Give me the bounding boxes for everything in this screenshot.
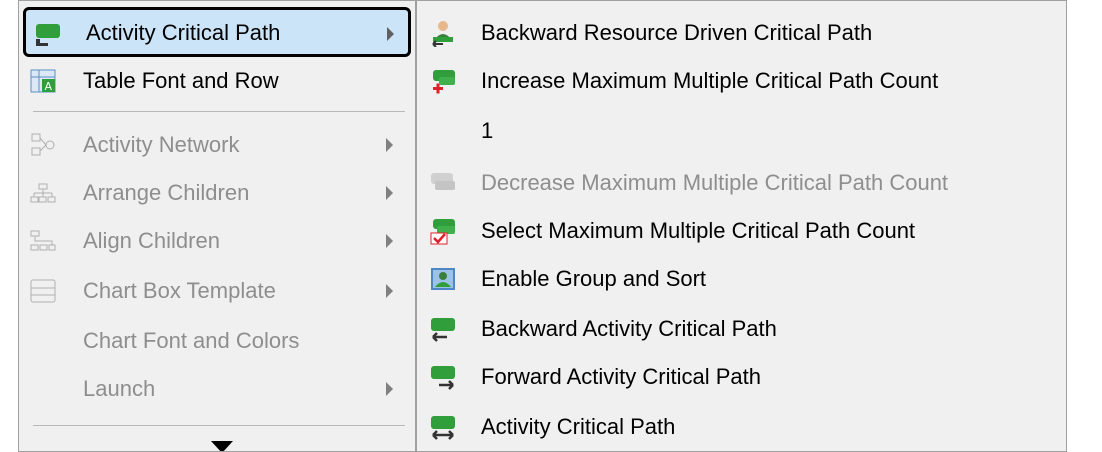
menu-item-label: Chart Font and Colors bbox=[83, 328, 300, 353]
menu-item-activity-critical-path[interactable]: Activity Critical Path bbox=[23, 7, 411, 57]
submenu-arrow-icon bbox=[386, 234, 393, 248]
activity-network-icon bbox=[31, 133, 55, 156]
svg-text:A: A bbox=[45, 80, 53, 93]
menu-item-chart-font-and-colors[interactable]: Chart Font and Colors bbox=[19, 319, 415, 363]
menu-item-label: Increase Maximum Multiple Critical Path … bbox=[481, 68, 939, 93]
menu-item-backward-resource-driven-critical-path[interactable]: Backward Resource Driven Critical Path bbox=[417, 11, 1066, 55]
menu-separator bbox=[33, 111, 405, 112]
menu-item-launch[interactable]: Launch bbox=[19, 367, 415, 411]
backward-resource-icon bbox=[432, 21, 453, 47]
menu-item-increase-max-critical-path-count[interactable]: Increase Maximum Multiple Critical Path … bbox=[417, 59, 1066, 103]
submenu-arrow-icon bbox=[386, 138, 393, 152]
menu-item-label: Backward Resource Driven Critical Path bbox=[481, 20, 873, 45]
menu-item-align-children[interactable]: Align Children bbox=[19, 219, 415, 263]
critical-path-icon bbox=[36, 24, 60, 46]
menu-item-label: Enable Group and Sort bbox=[481, 266, 707, 291]
menu-item-label: Arrange Children bbox=[83, 180, 250, 205]
decrease-count-icon bbox=[431, 173, 455, 190]
scroll-down-arrow-icon[interactable] bbox=[211, 441, 233, 451]
menu-item-activity-critical-path-2[interactable]: Activity Critical Path bbox=[417, 405, 1066, 449]
menu-item-chart-box-template[interactable]: Chart Box Template bbox=[19, 269, 415, 313]
menu-item-label: Align Children bbox=[83, 228, 220, 253]
menu-item-enable-group-and-sort[interactable]: Enable Group and Sort bbox=[417, 257, 1066, 301]
menu-item-label: Activity Critical Path bbox=[481, 414, 676, 439]
menu-item-label: Table Font and Row bbox=[83, 68, 279, 93]
menu-item-forward-activity-critical-path[interactable]: Forward Activity Critical Path bbox=[417, 355, 1066, 399]
menu-item-label: Activity Network bbox=[83, 132, 240, 157]
activity-critical-path-icon bbox=[431, 416, 455, 440]
arrange-children-icon bbox=[30, 183, 56, 203]
menu-item-select-max-critical-path-count[interactable]: Select Maximum Multiple Critical Path Co… bbox=[417, 209, 1066, 253]
menu-item-label: Select Maximum Multiple Critical Path Co… bbox=[481, 218, 916, 243]
select-count-icon bbox=[430, 219, 455, 245]
submenu-arrow-icon bbox=[386, 186, 393, 200]
max-critical-path-count-value: 1 bbox=[417, 109, 1066, 153]
chart-box-template-icon bbox=[30, 279, 56, 303]
context-menu: Activity Critical Path A Table Font and … bbox=[18, 0, 416, 452]
submenu-arrow-icon bbox=[387, 27, 394, 41]
menu-item-label: Forward Activity Critical Path bbox=[481, 364, 761, 389]
increase-count-icon bbox=[433, 70, 455, 94]
menu-separator bbox=[33, 425, 405, 426]
table-font-icon: A bbox=[30, 69, 56, 93]
submenu-arrow-icon bbox=[386, 284, 393, 298]
menu-item-label: Activity Critical Path bbox=[86, 20, 281, 45]
menu-item-label: Chart Box Template bbox=[83, 278, 276, 303]
align-children-icon bbox=[30, 230, 56, 251]
group-sort-icon bbox=[431, 268, 455, 290]
backward-activity-icon bbox=[431, 318, 455, 342]
menu-item-arrange-children[interactable]: Arrange Children bbox=[19, 171, 415, 215]
menu-item-table-font-and-row[interactable]: A Table Font and Row bbox=[19, 59, 415, 103]
menu-item-label: Backward Activity Critical Path bbox=[481, 316, 777, 341]
forward-activity-icon bbox=[431, 366, 455, 390]
submenu-arrow-icon bbox=[386, 382, 393, 396]
menu-item-label: Decrease Maximum Multiple Critical Path … bbox=[481, 170, 949, 195]
submenu: Backward Resource Driven Critical Path I… bbox=[416, 0, 1067, 452]
menu-item-backward-activity-critical-path[interactable]: Backward Activity Critical Path bbox=[417, 307, 1066, 351]
count-value: 1 bbox=[481, 118, 494, 143]
menu-item-activity-network[interactable]: Activity Network bbox=[19, 123, 415, 167]
menu-item-decrease-max-critical-path-count[interactable]: Decrease Maximum Multiple Critical Path … bbox=[417, 161, 1066, 205]
menu-item-label: Launch bbox=[83, 376, 156, 401]
